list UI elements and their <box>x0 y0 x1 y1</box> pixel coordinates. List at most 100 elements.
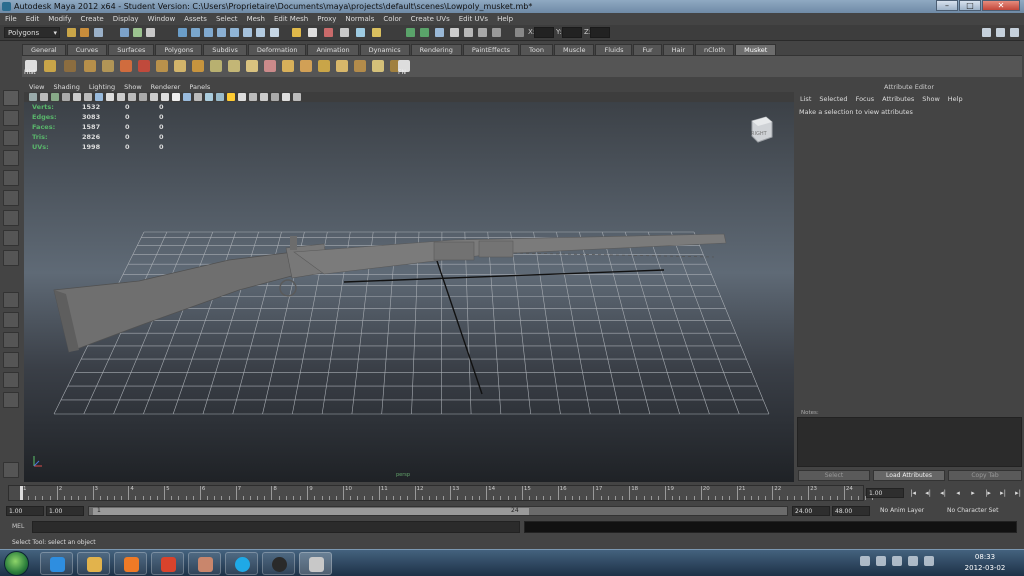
menu-edit-uvs[interactable]: Edit UVs <box>459 13 488 25</box>
menu-edit-mesh[interactable]: Edit Mesh <box>274 13 308 25</box>
menu-mesh[interactable]: Mesh <box>247 13 265 25</box>
shelf-tool-icon[interactable] <box>264 60 276 72</box>
select-component-icon[interactable] <box>146 28 155 37</box>
shelf-tab-painteffects[interactable]: PaintEffects <box>462 44 520 55</box>
select-button[interactable]: Select <box>798 470 870 481</box>
mask-icon[interactable] <box>178 28 187 37</box>
ae-menu-focus[interactable]: Focus <box>856 92 875 106</box>
attribute-editor-toggle-icon[interactable] <box>982 28 991 37</box>
viewport-toolbar-icon[interactable] <box>238 93 246 101</box>
current-frame-field[interactable]: 1.00 <box>866 488 904 498</box>
shelf-tool-icon[interactable] <box>228 60 240 72</box>
soft-mod-tool-icon[interactable] <box>3 230 19 246</box>
shelf-tool-icon[interactable] <box>372 60 384 72</box>
shelf-tool-icon[interactable] <box>192 60 204 72</box>
snap-curve-icon[interactable] <box>324 28 333 37</box>
select-tool-icon[interactable] <box>3 90 19 106</box>
close-button[interactable]: ✕ <box>982 0 1020 11</box>
render-settings-icon[interactable] <box>478 28 487 37</box>
step-forward-frame-button[interactable]: |▸ <box>981 488 995 498</box>
playback-start-field[interactable]: 1.00 <box>46 506 84 516</box>
step-back-frame-button[interactable]: ◂| <box>936 488 950 498</box>
viewport-toolbar-icon[interactable] <box>62 93 70 101</box>
signal-icon[interactable] <box>924 556 934 566</box>
menu-color[interactable]: Color <box>383 13 401 25</box>
make-live-icon[interactable] <box>372 28 381 37</box>
shelf-tab-fur[interactable]: Fur <box>633 44 662 55</box>
shelf-tab-curves[interactable]: Curves <box>66 44 108 55</box>
shelf-tool-icon[interactable] <box>174 60 186 72</box>
select-hierarchy-icon[interactable] <box>120 28 129 37</box>
channel-box-toggle-icon[interactable] <box>1010 28 1019 37</box>
character-set-dropdown[interactable]: No Character Set <box>947 506 998 516</box>
outliner-layout-icon[interactable] <box>3 392 19 408</box>
window-title-bar[interactable]: Autodesk Maya 2012 x64 - Student Version… <box>0 0 1024 13</box>
taskbar-ie[interactable] <box>40 552 73 575</box>
mask-icon[interactable] <box>243 28 252 37</box>
menu-file[interactable]: File <box>5 13 17 25</box>
viewport-toolbar-icon[interactable] <box>73 93 81 101</box>
shelf-tab-toon[interactable]: Toon <box>520 44 553 55</box>
current-time-marker[interactable] <box>20 486 23 500</box>
shelf-tab-musket[interactable]: Musket <box>735 44 777 55</box>
menu-create[interactable]: Create <box>80 13 103 25</box>
viewport-menu-shading[interactable]: Shading <box>53 82 79 92</box>
viewport-toolbar-icon[interactable] <box>161 93 169 101</box>
viewport-toolbar-icon[interactable] <box>117 93 125 101</box>
menu-display[interactable]: Display <box>113 13 139 25</box>
snap-grid-icon[interactable] <box>308 28 317 37</box>
shelf-tool-icon[interactable] <box>336 60 348 72</box>
paint-select-tool-icon[interactable] <box>3 130 19 146</box>
viewport-toolbar-icon[interactable] <box>260 93 268 101</box>
viewport-toolbar-icon[interactable] <box>227 93 235 101</box>
open-scene-icon[interactable] <box>80 28 89 37</box>
select-object-icon[interactable] <box>133 28 142 37</box>
shelf-tab-muscle[interactable]: Muscle <box>553 44 595 55</box>
viewport-toolbar-icon[interactable] <box>139 93 147 101</box>
shelf-tool-icon[interactable] <box>64 60 76 72</box>
shelf-tool-icon[interactable] <box>120 60 132 72</box>
step-forward-key-button[interactable]: ▸| <box>996 488 1010 498</box>
menu-create-uvs[interactable]: Create UVs <box>411 13 450 25</box>
ae-menu-selected[interactable]: Selected <box>819 92 847 106</box>
menu-window[interactable]: Window <box>148 13 176 25</box>
maximize-button[interactable]: □ <box>959 0 981 11</box>
network-icon[interactable] <box>860 556 870 566</box>
output-ops-icon[interactable] <box>420 28 429 37</box>
viewport-toolbar-icon[interactable] <box>282 93 290 101</box>
hypershade-icon[interactable] <box>492 28 501 37</box>
viewport-menu-renderer[interactable]: Renderer <box>151 82 181 92</box>
perspective-viewport[interactable]: Verts: 1532 0 0 Edges: 3083 0 0 Faces: 1587 0 0 Tris… <box>24 102 794 482</box>
viewport-toolbar-icon[interactable] <box>51 93 59 101</box>
musket-model[interactable] <box>53 233 727 353</box>
viewport-toolbar-icon[interactable] <box>150 93 158 101</box>
mel-label[interactable]: MEL <box>12 523 24 530</box>
taskbar-steam[interactable] <box>262 552 295 575</box>
view-cube[interactable] <box>748 115 774 143</box>
move-tool-icon[interactable] <box>3 150 19 166</box>
shelf-tab-polygons[interactable]: Polygons <box>155 44 203 55</box>
snap-view-plane-icon[interactable] <box>356 28 365 37</box>
mudbox-icon[interactable] <box>3 462 19 478</box>
shelf-tool-icon[interactable] <box>210 60 222 72</box>
go-to-end-button[interactable]: ▸| <box>1011 488 1024 498</box>
menu-set-dropdown[interactable]: Polygons <box>4 27 60 38</box>
last-tool-icon[interactable] <box>3 250 19 266</box>
playback-end-field[interactable]: 24.00 <box>792 506 830 516</box>
viewport-toolbar-icon[interactable] <box>95 93 103 101</box>
viewport-toolbar-icon[interactable] <box>172 93 180 101</box>
rotate-tool-icon[interactable] <box>3 170 19 186</box>
shelf-tool-icon[interactable] <box>246 60 258 72</box>
construction-history-icon[interactable] <box>435 28 444 37</box>
range-slider[interactable]: 1 24 <box>88 506 788 516</box>
y-field[interactable] <box>562 27 582 38</box>
anim-layer-dropdown[interactable]: No Anim Layer <box>880 506 924 516</box>
viewport-toolbar-icon[interactable] <box>29 93 37 101</box>
time-slider[interactable]: 1 2 3 4 5 6 7 8 9 10 11 12 13 14 15 16 17 18 19 20 21 22 23 24 <box>8 485 874 501</box>
shelf-tab-deformation[interactable]: Deformation <box>247 44 307 55</box>
shelf-tab-general[interactable]: General <box>22 44 66 55</box>
shelf-tool-icon[interactable] <box>318 60 330 72</box>
mask-icon[interactable] <box>256 28 265 37</box>
scale-tool-icon[interactable] <box>3 190 19 206</box>
mask-icon[interactable] <box>217 28 226 37</box>
